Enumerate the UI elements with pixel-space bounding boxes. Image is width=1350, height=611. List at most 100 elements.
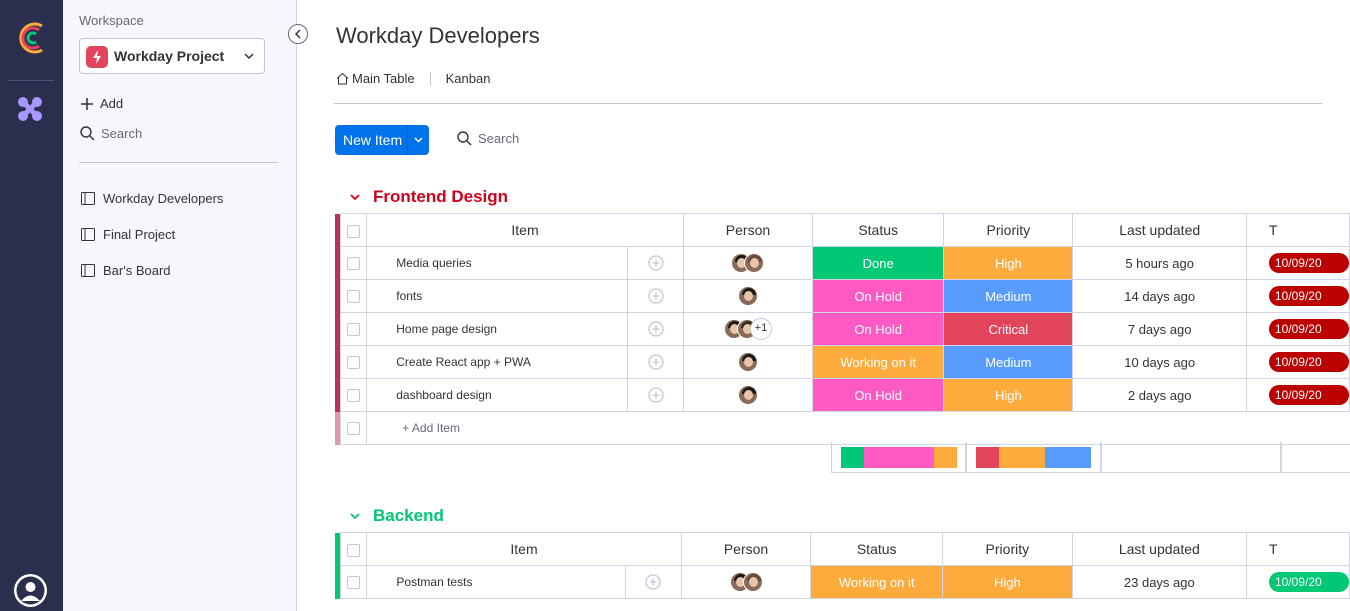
- priority-cell[interactable]: High: [941, 565, 1073, 599]
- status-cell[interactable]: On Hold: [812, 312, 945, 346]
- item-name[interactable]: Postman tests: [366, 565, 626, 599]
- sidebar-item-bars-board[interactable]: Bar's Board: [81, 263, 171, 278]
- timeline-cell[interactable]: 10/09/20: [1245, 378, 1350, 412]
- person-cell[interactable]: +1: [682, 312, 814, 346]
- table-header-row: Item Person Status Priority Last updated…: [335, 213, 1350, 247]
- board-icon: [81, 192, 95, 205]
- last-updated-cell: 5 hours ago: [1072, 246, 1247, 280]
- add-update-button[interactable]: [627, 312, 684, 346]
- add-update-button[interactable]: [627, 345, 684, 379]
- column-header-last-updated[interactable]: Last updated: [1071, 532, 1247, 566]
- timeline-pill[interactable]: 10/09/20: [1268, 253, 1349, 273]
- timeline-pill[interactable]: 10/09/20: [1268, 385, 1349, 405]
- timeline-cell[interactable]: 10/09/20: [1245, 312, 1350, 346]
- new-item-button[interactable]: New Item: [335, 125, 429, 155]
- app-logo-icon[interactable]: [12, 18, 52, 58]
- column-header-status[interactable]: Status: [812, 213, 945, 247]
- group-header-backend[interactable]: Backend: [349, 506, 444, 526]
- tab-main-table[interactable]: Main Table: [352, 71, 415, 86]
- person-avatar[interactable]: [737, 352, 758, 372]
- priority-cell[interactable]: Medium: [943, 279, 1074, 313]
- timeline-pill[interactable]: 10/09/20: [1268, 319, 1349, 339]
- timeline-pill[interactable]: 10/09/20: [1268, 572, 1349, 592]
- workspaces-icon[interactable]: [15, 94, 45, 124]
- person-avatar[interactable]: [744, 253, 765, 273]
- column-header-person[interactable]: Person: [680, 532, 812, 566]
- item-name[interactable]: Media queries: [366, 246, 628, 280]
- status-cell[interactable]: Done: [812, 246, 945, 280]
- column-header-priority[interactable]: Priority: [943, 213, 1074, 247]
- timeline-cell[interactable]: 10/09/20: [1245, 565, 1350, 599]
- group-title[interactable]: Backend: [373, 506, 444, 526]
- row-checkbox[interactable]: [340, 378, 368, 412]
- timeline-cell[interactable]: 10/09/20: [1245, 279, 1350, 313]
- column-header-last-updated[interactable]: Last updated: [1072, 213, 1247, 247]
- priority-cell[interactable]: Critical: [943, 312, 1074, 346]
- user-avatar-icon[interactable]: [14, 574, 47, 607]
- last-updated-cell: 23 days ago: [1071, 565, 1247, 599]
- last-updated-cell: 2 days ago: [1072, 378, 1247, 412]
- item-name[interactable]: dashboard design: [366, 378, 628, 412]
- item-name[interactable]: Home page design: [366, 312, 628, 346]
- priority-summary[interactable]: [966, 442, 1101, 473]
- row-checkbox[interactable]: [340, 565, 368, 599]
- row-checkbox[interactable]: [340, 345, 368, 379]
- column-header-status[interactable]: Status: [810, 532, 943, 566]
- status-cell[interactable]: Working on it: [810, 565, 943, 599]
- chevron-down-icon[interactable]: [349, 510, 361, 522]
- person-cell[interactable]: [682, 246, 814, 280]
- timeline-cell[interactable]: 10/09/20: [1245, 345, 1350, 379]
- chat-plus-icon: [647, 354, 664, 370]
- person-avatar[interactable]: [737, 385, 758, 405]
- add-update-button[interactable]: [627, 279, 684, 313]
- column-header-timeline[interactable]: T: [1245, 532, 1350, 566]
- person-cell[interactable]: [682, 345, 814, 379]
- sidebar-item-final-project[interactable]: Final Project: [81, 227, 175, 242]
- priority-cell[interactable]: Medium: [943, 345, 1074, 379]
- chevron-down-icon[interactable]: [349, 191, 361, 203]
- tab-kanban[interactable]: Kanban: [446, 71, 491, 86]
- person-avatar[interactable]: [742, 572, 763, 592]
- person-cell[interactable]: [682, 378, 814, 412]
- collapse-sidebar-button[interactable]: [288, 24, 308, 44]
- add-update-button[interactable]: [624, 565, 682, 599]
- column-header-priority[interactable]: Priority: [941, 532, 1073, 566]
- priority-cell[interactable]: High: [943, 246, 1074, 280]
- add-item-input[interactable]: + Add Item: [366, 411, 1350, 445]
- board-search[interactable]: Search: [457, 131, 519, 146]
- status-cell[interactable]: On Hold: [812, 279, 945, 313]
- workspace-selector[interactable]: Workday Project: [79, 38, 265, 74]
- add-update-button[interactable]: [627, 378, 684, 412]
- sidebar-item-workday-developers[interactable]: Workday Developers: [81, 191, 223, 206]
- row-checkbox[interactable]: [340, 279, 368, 313]
- person-cell[interactable]: [682, 279, 814, 313]
- group-title[interactable]: Frontend Design: [373, 187, 508, 207]
- add-action[interactable]: Add: [80, 96, 123, 111]
- table-header-row: Item Person Status Priority Last updated…: [335, 532, 1350, 566]
- column-header-timeline[interactable]: T: [1245, 213, 1350, 247]
- select-all-checkbox[interactable]: [340, 532, 368, 566]
- column-header-person[interactable]: Person: [682, 213, 814, 247]
- item-name[interactable]: Create React app + PWA: [366, 345, 628, 379]
- timeline-pill[interactable]: 10/09/20: [1268, 352, 1349, 372]
- chevron-down-icon[interactable]: [412, 133, 425, 146]
- group-header-frontend[interactable]: Frontend Design: [349, 187, 508, 207]
- person-avatar[interactable]: [737, 286, 758, 306]
- select-all-checkbox[interactable]: [340, 213, 368, 247]
- priority-cell[interactable]: High: [943, 378, 1074, 412]
- sidebar-search[interactable]: Search: [80, 126, 142, 141]
- more-people-badge[interactable]: +1: [749, 318, 772, 340]
- status-summary[interactable]: [831, 442, 966, 473]
- timeline-pill[interactable]: 10/09/20: [1268, 286, 1349, 306]
- status-cell[interactable]: On Hold: [812, 378, 945, 412]
- person-cell[interactable]: [680, 565, 812, 599]
- add-update-button[interactable]: [627, 246, 684, 280]
- timeline-cell[interactable]: 10/09/20: [1245, 246, 1350, 280]
- column-header-item[interactable]: Item: [366, 213, 684, 247]
- item-name[interactable]: fonts: [366, 279, 628, 313]
- column-header-item[interactable]: Item: [366, 532, 682, 566]
- row-checkbox[interactable]: [340, 246, 368, 280]
- status-cell[interactable]: Working on it: [812, 345, 945, 379]
- chevron-left-icon: [294, 29, 301, 39]
- row-checkbox[interactable]: [340, 312, 368, 346]
